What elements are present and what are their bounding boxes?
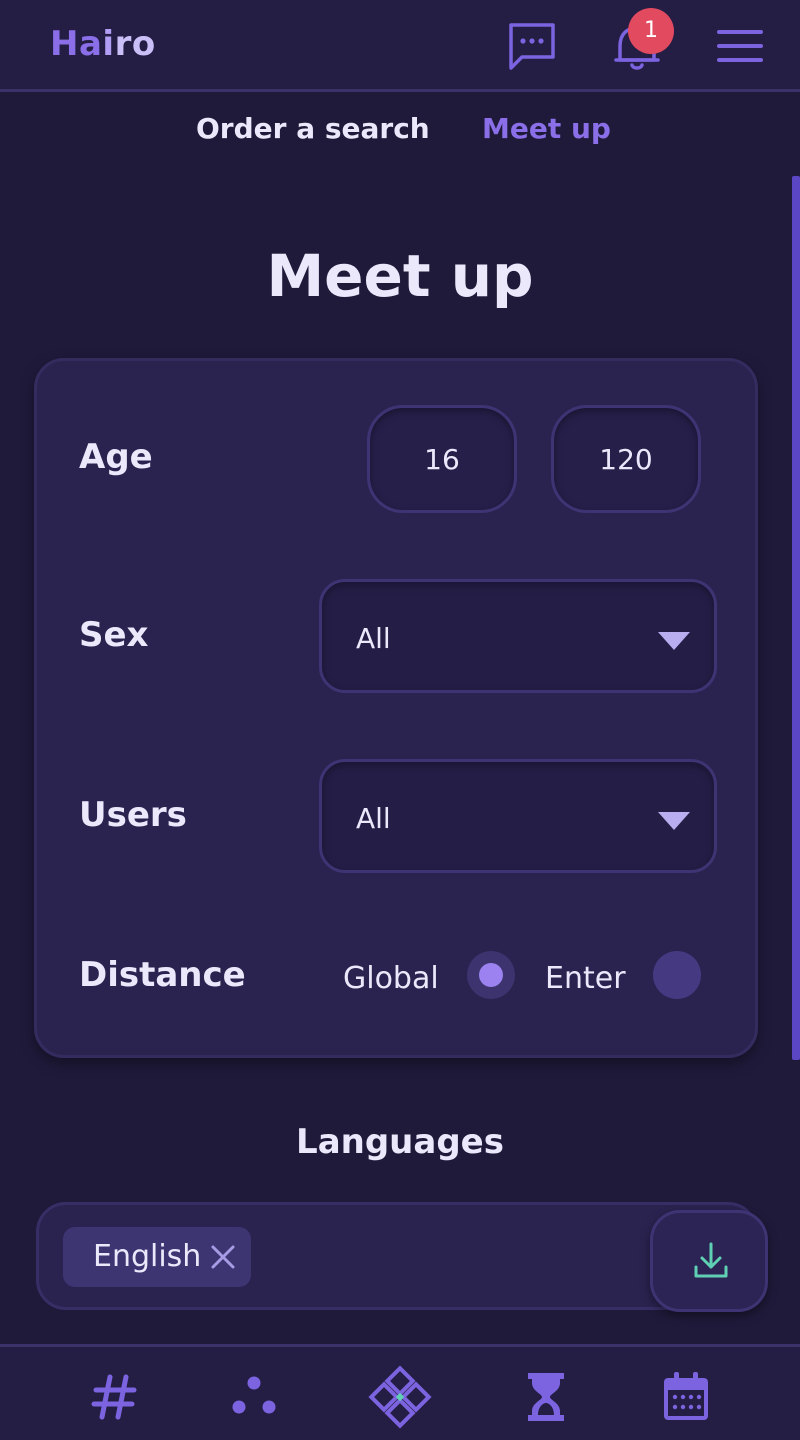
- nav-dots[interactable]: [226, 1369, 282, 1425]
- radio-selected-dot: [479, 963, 503, 987]
- hourglass-icon: [528, 1373, 564, 1421]
- menu-icon: [717, 30, 763, 62]
- logo-part-2: i: [102, 24, 115, 64]
- sex-select-value: All: [356, 622, 391, 655]
- users-select[interactable]: All: [319, 759, 717, 873]
- diamond-home-icon: [368, 1365, 432, 1429]
- age-max-input[interactable]: [551, 405, 701, 513]
- users-select-value: All: [356, 802, 391, 835]
- download-icon: [694, 1242, 728, 1278]
- page-title: Meet up: [266, 242, 534, 310]
- tab-meet-up[interactable]: Meet up: [482, 112, 611, 145]
- age-min-input[interactable]: [367, 405, 517, 513]
- logo-part-3: ro: [114, 24, 156, 64]
- distance-global-label: Global: [343, 961, 439, 996]
- language-chip-label: English: [93, 1239, 202, 1274]
- dots-icon: [232, 1376, 276, 1414]
- top-bar: Hairo 1: [0, 0, 800, 92]
- hashtag-icon: [91, 1374, 137, 1420]
- nav-hashtag[interactable]: [86, 1369, 142, 1425]
- app-logo[interactable]: Hairo: [50, 24, 156, 64]
- app-root: Hairo 1 Order a search Meet up Meet up A…: [0, 0, 800, 1440]
- notification-badge: 1: [628, 8, 674, 54]
- distance-enter-radio[interactable]: [653, 951, 701, 999]
- bottom-nav: [0, 1344, 800, 1440]
- caret-down-icon: [658, 632, 690, 650]
- age-label: Age: [79, 437, 153, 477]
- nav-calendar[interactable]: [658, 1369, 714, 1425]
- calendar-icon: [664, 1372, 708, 1420]
- chat-icon: [509, 23, 555, 70]
- download-button[interactable]: [650, 1210, 768, 1312]
- users-label: Users: [79, 795, 187, 835]
- close-icon[interactable]: [207, 1241, 239, 1273]
- distance-global-radio[interactable]: [467, 951, 515, 999]
- logo-part-1: Ha: [50, 24, 103, 64]
- sex-label: Sex: [79, 615, 149, 655]
- menu-button[interactable]: [716, 24, 764, 68]
- caret-down-icon: [658, 812, 690, 830]
- languages-title: Languages: [296, 1122, 504, 1162]
- language-chip: English: [63, 1227, 251, 1287]
- nav-timer[interactable]: [518, 1369, 574, 1425]
- chat-button[interactable]: [506, 20, 558, 72]
- distance-label: Distance: [79, 955, 246, 995]
- tab-order-a-search[interactable]: Order a search: [196, 112, 430, 145]
- filter-card: Age Sex All Users All Distance Global En…: [34, 358, 758, 1058]
- nav-home[interactable]: [368, 1365, 432, 1429]
- tab-bar: Order a search Meet up: [0, 112, 800, 156]
- sex-select[interactable]: All: [319, 579, 717, 693]
- distance-enter-label: Enter: [545, 961, 626, 996]
